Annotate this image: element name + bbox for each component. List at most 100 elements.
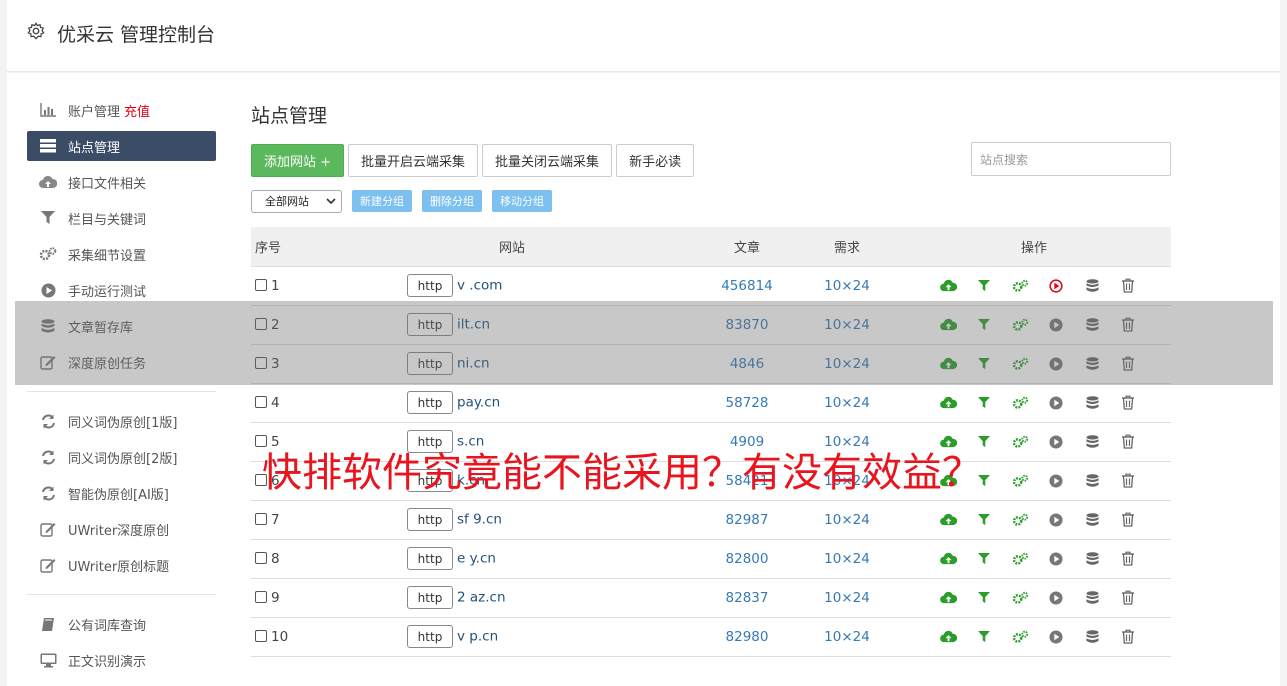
- sidebar-item-uwriter-title[interactable]: UWriter原创标题: [27, 550, 216, 580]
- play-circle-icon[interactable]: [1038, 629, 1074, 644]
- play-circle-icon[interactable]: [1038, 473, 1074, 488]
- database-icon[interactable]: [1074, 629, 1110, 644]
- play-circle-icon[interactable]: [1038, 278, 1074, 293]
- filter-icon[interactable]: [966, 279, 1002, 292]
- site-domain-link[interactable]: e y.cn: [457, 551, 496, 567]
- trash-icon[interactable]: [1110, 473, 1146, 488]
- play-circle-icon[interactable]: [1038, 590, 1074, 605]
- trash-icon[interactable]: [1110, 434, 1146, 449]
- database-icon[interactable]: [1074, 512, 1110, 527]
- move-group-button[interactable]: 移动分组: [492, 190, 552, 212]
- gear-icon[interactable]: [27, 22, 45, 40]
- recharge-link[interactable]: 充值: [124, 101, 150, 120]
- trash-icon[interactable]: [1110, 512, 1146, 527]
- site-domain-link[interactable]: 2 az.cn: [457, 590, 506, 606]
- site-domain-link[interactable]: v .com: [457, 278, 502, 294]
- http-badge[interactable]: http: [407, 625, 453, 648]
- site-domain-link[interactable]: sf 9.cn: [457, 512, 502, 528]
- row-checkbox[interactable]: [255, 395, 267, 408]
- trash-icon[interactable]: [1110, 629, 1146, 644]
- play-circle-icon[interactable]: [1038, 512, 1074, 527]
- sidebar-item-label: 采集细节设置: [68, 248, 147, 264]
- row-checkbox[interactable]: [255, 590, 267, 603]
- play-circle-icon[interactable]: [1038, 434, 1074, 449]
- articles-count-link[interactable]: 58728: [697, 383, 797, 422]
- articles-count-link[interactable]: 82837: [697, 578, 797, 617]
- play-circle-icon[interactable]: [1038, 551, 1074, 566]
- sidebar-item-sites[interactable]: 站点管理: [27, 131, 216, 161]
- new-group-button[interactable]: 新建分组: [352, 190, 412, 212]
- row-checkbox[interactable]: [255, 512, 267, 525]
- col-header-articles: 文章: [697, 227, 797, 267]
- filter-icon[interactable]: [966, 396, 1002, 409]
- gears-icon[interactable]: [1002, 474, 1038, 488]
- gears-icon[interactable]: [1002, 552, 1038, 566]
- demand-link[interactable]: 10×24: [797, 539, 897, 578]
- cloud-upload-icon[interactable]: [930, 396, 966, 409]
- row-checkbox[interactable]: [255, 551, 267, 564]
- sidebar-item-text-recognition[interactable]: 正文识别演示: [27, 645, 216, 675]
- gears-icon[interactable]: [1002, 279, 1038, 293]
- trash-icon[interactable]: [1110, 395, 1146, 410]
- gears-icon[interactable]: [1002, 513, 1038, 527]
- demand-link[interactable]: 10×24: [797, 617, 897, 656]
- site-domain-link[interactable]: pay.cn: [457, 395, 500, 411]
- trash-icon[interactable]: [1110, 551, 1146, 566]
- gears-icon[interactable]: [1002, 435, 1038, 449]
- trash-icon[interactable]: [1110, 590, 1146, 605]
- gears-icon[interactable]: [1002, 396, 1038, 410]
- sidebar-item-ai-rewrite[interactable]: 智能伪原创[AI版]: [27, 478, 216, 508]
- site-domain-link[interactable]: v p.cn: [457, 629, 498, 645]
- sidebar-item-interface[interactable]: 接口文件相关: [27, 167, 216, 197]
- filter-icon[interactable]: [966, 513, 1002, 526]
- database-icon[interactable]: [1074, 278, 1110, 293]
- row-checkbox[interactable]: [255, 629, 267, 642]
- sidebar-item-uwriter-deep[interactable]: UWriter深度原创: [27, 514, 216, 544]
- filter-icon[interactable]: [966, 552, 1002, 565]
- http-badge[interactable]: http: [407, 274, 453, 297]
- http-badge[interactable]: http: [407, 508, 453, 531]
- sidebar-item-synonym-v2[interactable]: 同义词伪原创[2版]: [27, 442, 216, 472]
- articles-count-link[interactable]: 82987: [697, 500, 797, 539]
- batch-open-cloud-button[interactable]: 批量开启云端采集: [348, 143, 479, 177]
- http-badge[interactable]: http: [407, 547, 453, 570]
- trash-icon[interactable]: [1110, 278, 1146, 293]
- gears-icon[interactable]: [1002, 591, 1038, 605]
- row-checkbox[interactable]: [255, 278, 267, 291]
- delete-group-button[interactable]: 删除分组: [422, 190, 482, 212]
- sidebar-item-public-lexicon[interactable]: 公有词库查询: [27, 609, 216, 639]
- sidebar-item-account[interactable]: 账户管理 充值: [27, 95, 216, 125]
- articles-count-link[interactable]: 82800: [697, 539, 797, 578]
- filter-icon[interactable]: [966, 630, 1002, 643]
- batch-close-cloud-button[interactable]: 批量关闭云端采集: [482, 143, 613, 177]
- cloud-upload-icon[interactable]: [930, 591, 966, 604]
- filter-icon[interactable]: [966, 591, 1002, 604]
- sidebar-item-collect-settings[interactable]: 采集细节设置: [27, 239, 216, 269]
- sidebar-item-synonym-v1[interactable]: 同义词伪原创[1版]: [27, 406, 216, 436]
- play-circle-icon[interactable]: [1038, 395, 1074, 410]
- articles-count-link[interactable]: 82980: [697, 617, 797, 656]
- guide-button[interactable]: 新手必读: [616, 143, 695, 177]
- add-site-button[interactable]: 添加网站 +: [251, 143, 345, 177]
- gears-icon[interactable]: [1002, 630, 1038, 644]
- demand-link[interactable]: 10×24: [797, 266, 897, 305]
- demand-link[interactable]: 10×24: [797, 383, 897, 422]
- cloud-upload-icon[interactable]: [930, 630, 966, 643]
- http-badge[interactable]: http: [407, 391, 453, 414]
- database-icon[interactable]: [1074, 473, 1110, 488]
- articles-count-link[interactable]: 456814: [697, 266, 797, 305]
- http-badge[interactable]: http: [407, 586, 453, 609]
- cloud-upload-icon[interactable]: [930, 279, 966, 292]
- cloud-upload-icon[interactable]: [930, 513, 966, 526]
- site-search-input[interactable]: 站点搜索: [971, 142, 1171, 176]
- gears-icon: [39, 246, 57, 262]
- database-icon[interactable]: [1074, 590, 1110, 605]
- database-icon[interactable]: [1074, 434, 1110, 449]
- demand-link[interactable]: 10×24: [797, 578, 897, 617]
- database-icon[interactable]: [1074, 395, 1110, 410]
- group-select[interactable]: 全部网站: [251, 189, 342, 213]
- sidebar-item-columns[interactable]: 栏目与关键词: [27, 203, 216, 233]
- demand-link[interactable]: 10×24: [797, 500, 897, 539]
- database-icon[interactable]: [1074, 551, 1110, 566]
- cloud-upload-icon[interactable]: [930, 552, 966, 565]
